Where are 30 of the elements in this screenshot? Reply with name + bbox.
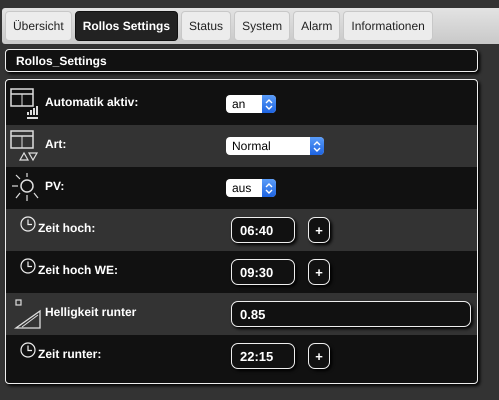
updown-arrows-icon [265,182,273,194]
add-button[interactable]: + [308,259,330,285]
dropdown[interactable]: an [226,95,276,113]
time-field[interactable]: 22:15 [231,343,295,369]
tab[interactable]: Status [181,11,232,41]
updown-arrows-icon [313,140,321,152]
time-field[interactable]: 09:30 [231,259,295,285]
setting-label: Zeit hoch: [38,221,96,235]
tab[interactable]: Alarm [293,11,340,41]
tab[interactable]: System [234,11,290,41]
number-field[interactable]: 0.85 [231,301,471,327]
updown-arrows-icon [265,98,273,110]
tab[interactable]: Rollos Settings [74,11,178,41]
setting-label: Art: [45,137,66,151]
setting-label: Helligkeit runter [45,305,136,319]
tab[interactable]: Informationen [343,11,433,41]
tab[interactable]: Übersicht [5,11,72,41]
clock-icon [20,216,36,232]
add-button[interactable]: + [308,343,330,369]
setting-label: Automatik aktiv: [45,95,138,109]
dropdown[interactable]: aus [226,179,276,197]
setting-label: PV: [45,179,64,193]
setting-label: Zeit hoch WE: [38,263,118,277]
dropdown[interactable]: Normal [226,137,324,155]
clock-icon [20,342,36,358]
time-field[interactable]: 06:40 [231,217,295,243]
setting-label: Zeit runter: [38,347,102,361]
clock-icon [20,258,36,274]
section-title: Rollos_Settings [16,54,107,68]
add-button[interactable]: + [308,217,330,243]
